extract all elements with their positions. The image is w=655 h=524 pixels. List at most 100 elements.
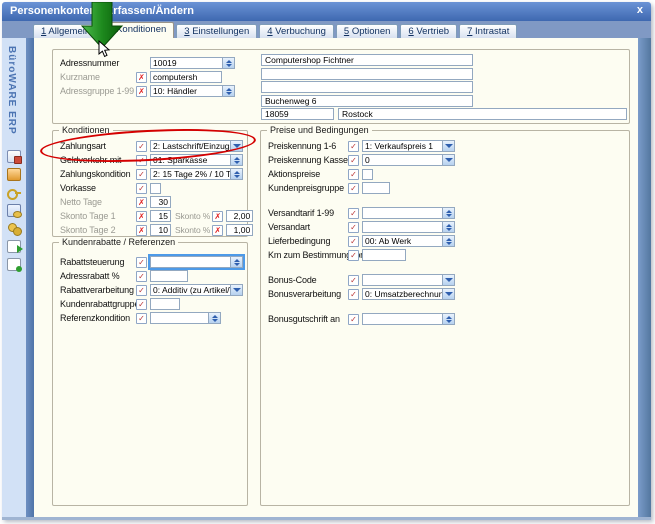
skonto-tage-2-input[interactable]: 10: [150, 224, 171, 236]
skonto-tage-1-input[interactable]: 15: [150, 210, 171, 222]
spinner-icon[interactable]: [208, 313, 220, 323]
dropdown-arrow-icon[interactable]: [442, 289, 454, 299]
name2-field[interactable]: [261, 68, 473, 80]
spinner-icon[interactable]: [230, 257, 242, 267]
rabattsteuerung-field[interactable]: [150, 256, 243, 268]
up-glyph: [446, 210, 452, 213]
check-toggle-icon[interactable]: ✓: [348, 222, 359, 233]
tab-intrastat[interactable]: 7 Intrastat: [459, 24, 517, 38]
hand-coins-icon[interactable]: [7, 222, 21, 235]
sidebar-divider: [26, 38, 34, 520]
check-toggle-icon[interactable]: ✓: [348, 289, 359, 300]
name3-field[interactable]: [261, 81, 473, 93]
spinner-icon[interactable]: [442, 208, 454, 218]
netto-tage-input[interactable]: 30: [150, 196, 171, 208]
check-toggle-icon[interactable]: ✓: [348, 250, 359, 261]
spinner-icon[interactable]: [230, 155, 242, 165]
check-toggle-icon[interactable]: ✓: [348, 208, 359, 219]
check-toggle-icon[interactable]: ✓: [136, 257, 147, 268]
check-toggle-icon[interactable]: ✓: [136, 169, 147, 180]
preiskennung-kasse-field[interactable]: 0: [362, 154, 455, 166]
clear-toggle-icon[interactable]: ✗: [212, 211, 223, 222]
zahlungsart-field[interactable]: 2: Lastschrift/Einzugserm: [150, 140, 243, 152]
check-toggle-icon[interactable]: ✓: [136, 183, 147, 194]
dropdown-arrow-icon[interactable]: [442, 155, 454, 165]
street-field[interactable]: Buchenweg 6: [261, 95, 473, 107]
row-bonusverarbeitung: Bonusverarbeitung✓0: Umsatzberechnung Ad…: [268, 288, 626, 300]
vorkasse-checkbox[interactable]: [150, 183, 161, 194]
check-toggle-icon[interactable]: ✓: [348, 141, 359, 152]
spinner-icon[interactable]: [222, 58, 234, 68]
check-toggle-icon[interactable]: ✓: [348, 155, 359, 166]
versandtarif-1-99-field[interactable]: [362, 207, 455, 219]
check-toggle-icon[interactable]: ✓: [136, 285, 147, 296]
referenzkondition-field[interactable]: [150, 312, 221, 324]
row-skonto-tage-2: Skonto Tage 2✗10Skonto %✗1,00: [60, 224, 244, 236]
clear-toggle-icon[interactable]: ✗: [212, 225, 223, 236]
skonto-tage-1-skonto-%-input[interactable]: 2,00: [226, 210, 253, 222]
dropdown-arrow-icon[interactable]: [230, 141, 242, 151]
adressgruppe-1-99-field[interactable]: 10: Händler: [150, 85, 235, 97]
spinner-icon[interactable]: [442, 314, 454, 324]
notes-icon[interactable]: [7, 150, 21, 163]
check-toggle-icon[interactable]: ✓: [136, 313, 147, 324]
spinner-icon[interactable]: [442, 222, 454, 232]
bonusverarbeitung-field[interactable]: 0: Umsatzberechnung Adr: [362, 288, 455, 300]
clear-toggle-icon[interactable]: ✗: [136, 211, 147, 222]
row-kundenpreisgruppe: Kundenpreisgruppe✓: [268, 182, 626, 194]
tab-allgemein[interactable]: 1 Allgemein: [33, 24, 98, 38]
tab-vertrieb[interactable]: 6 Vertrieb: [400, 24, 457, 38]
bonusverarbeitung-label: Bonusverarbeitung: [268, 289, 348, 299]
dropdown-arrow-icon[interactable]: [442, 141, 454, 151]
check-toggle-icon[interactable]: ✓: [348, 275, 359, 286]
document-add-icon[interactable]: [7, 258, 21, 271]
clear-toggle-icon[interactable]: ✗: [136, 197, 147, 208]
kundenpreisgruppe-input[interactable]: [362, 182, 390, 194]
versandart-field[interactable]: [362, 221, 455, 233]
kurzname-field[interactable]: computersh: [150, 71, 222, 83]
document-export-icon[interactable]: [7, 240, 21, 253]
adressnummer-field[interactable]: 10019: [150, 57, 235, 69]
close-icon[interactable]: x: [637, 4, 643, 16]
tab-einstellungen[interactable]: 3 Einstellungen: [176, 24, 257, 38]
tab-verbuchung[interactable]: 4 Verbuchung: [259, 24, 334, 38]
dropdown-arrow-icon[interactable]: [230, 285, 242, 295]
aktionspreise-checkbox[interactable]: [362, 169, 373, 180]
preiskennung-1-6-field[interactable]: 1: Verkaufspreis 1: [362, 140, 455, 152]
city-field[interactable]: Rostock: [338, 108, 627, 120]
geldverkehr-mit-field[interactable]: 01: Sparkasse: [150, 154, 243, 166]
key-icon[interactable]: [7, 186, 21, 199]
spinner-icon[interactable]: [442, 236, 454, 246]
clear-toggle-icon[interactable]: ✗: [136, 72, 147, 83]
folder-icon[interactable]: [7, 168, 21, 181]
check-toggle-icon[interactable]: ✓: [348, 314, 359, 325]
km-zum-bestimmungsort-input[interactable]: [362, 249, 406, 261]
tab-optionen[interactable]: 5 Optionen: [336, 24, 399, 38]
zip-field[interactable]: 18059: [261, 108, 334, 120]
adressrabatt-%-input[interactable]: [150, 270, 188, 282]
check-toggle-icon[interactable]: ✓: [136, 141, 147, 152]
check-toggle-icon[interactable]: ✓: [136, 299, 147, 310]
zahlungskondition-field[interactable]: 2: 15 Tage 2% / 10 Tag: [150, 168, 243, 180]
row-rabattverarbeitung: Rabattverarbeitung✓0: Additiv (zu Artike…: [60, 284, 244, 296]
spinner-icon[interactable]: [222, 86, 234, 96]
kundenrabattgruppe-input[interactable]: [150, 298, 180, 310]
lieferbedingung-field[interactable]: 00: Ab Werk: [362, 235, 455, 247]
check-toggle-icon[interactable]: ✓: [348, 183, 359, 194]
calculator-coins-icon[interactable]: [7, 204, 21, 217]
check-toggle-icon[interactable]: ✓: [136, 155, 147, 166]
clear-toggle-icon[interactable]: ✗: [136, 86, 147, 97]
clear-toggle-icon[interactable]: ✗: [136, 225, 147, 236]
tab-konditionen[interactable]: 2 Konditionen: [100, 22, 174, 38]
skonto-tage-2-skonto-%-input[interactable]: 1,00: [226, 224, 253, 236]
check-toggle-icon[interactable]: ✓: [136, 271, 147, 282]
skonto-%-label: Skonto %: [175, 211, 210, 221]
spinner-icon[interactable]: [230, 169, 242, 179]
check-toggle-icon[interactable]: ✓: [348, 169, 359, 180]
rabattverarbeitung-field[interactable]: 0: Additiv (zu Artikel/WGR: [150, 284, 243, 296]
dropdown-arrow-icon[interactable]: [442, 275, 454, 285]
bonus-code-field[interactable]: [362, 274, 455, 286]
check-toggle-icon[interactable]: ✓: [348, 236, 359, 247]
company-name-field[interactable]: Computershop Fichtner: [261, 54, 473, 66]
bonusgutschrift-an-field[interactable]: [362, 313, 455, 325]
